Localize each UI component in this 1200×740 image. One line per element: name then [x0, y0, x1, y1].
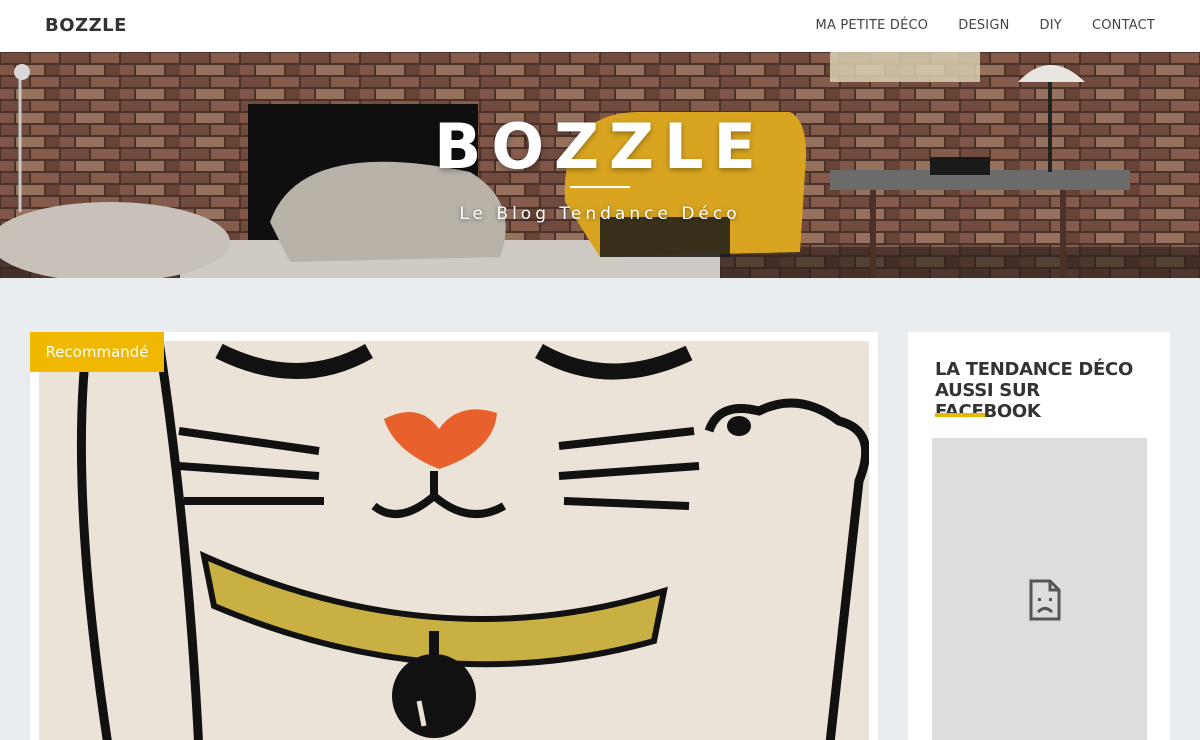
recommended-badge[interactable]: Recommandé: [30, 332, 164, 372]
nav-item-contact[interactable]: CONTACT: [1092, 18, 1155, 33]
site-logo[interactable]: BOZZLE: [45, 15, 127, 36]
lucky-cat-illustration: [39, 341, 869, 740]
top-navigation-bar: BOZZLE MA PETITE DÉCO DESIGN DIY CONTACT: [0, 0, 1200, 52]
hero-title: BOZZLE: [434, 110, 766, 183]
broken-page-icon: [1029, 579, 1061, 621]
hero-subtitle: Le Blog Tendance Déco: [459, 204, 741, 224]
featured-post-image[interactable]: [39, 341, 869, 740]
sidebar-facebook-widget: LA TENDANCE DÉCO AUSSI SUR FACEBOOK: [908, 332, 1170, 740]
widget-title-underline: [935, 413, 985, 417]
nav-item-ma-petite-deco[interactable]: MA PETITE DÉCO: [816, 18, 929, 33]
nav-item-design[interactable]: DESIGN: [958, 18, 1009, 33]
hero-divider: [570, 186, 630, 188]
featured-post-card[interactable]: [30, 332, 878, 740]
hero-banner: BOZZLE Le Blog Tendance Déco: [0, 52, 1200, 278]
main-menu: MA PETITE DÉCO DESIGN DIY CONTACT: [816, 18, 1155, 33]
nav-item-diy[interactable]: DIY: [1040, 18, 1062, 33]
facebook-embed-frame[interactable]: [932, 438, 1147, 740]
